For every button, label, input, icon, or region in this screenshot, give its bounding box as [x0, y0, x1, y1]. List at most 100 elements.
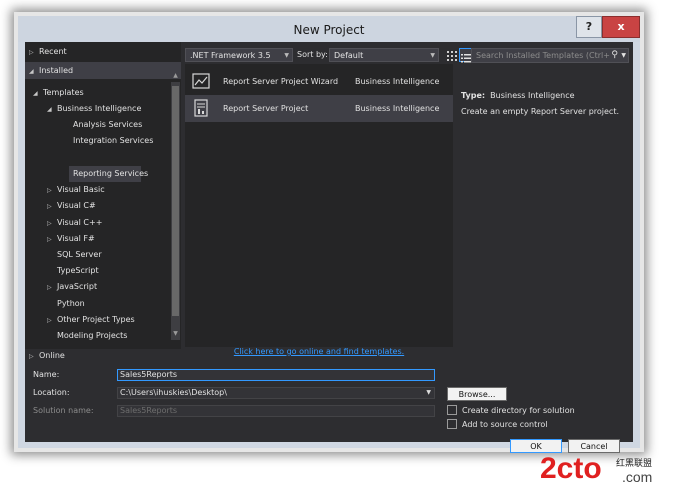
location-label: Location:	[33, 388, 70, 397]
watermark-cn-text: 红黑联盟	[616, 457, 652, 469]
tree-item-label: Python	[57, 299, 85, 308]
tree-item-analysis-services[interactable]: Analysis Services	[73, 117, 142, 133]
help-button[interactable]: ?	[576, 16, 602, 38]
list-item[interactable]: Report Server Project Business Intellige…	[185, 95, 453, 122]
checkbox-label: Create directory for solution	[462, 406, 575, 415]
watermark-brand-text: 2cto	[540, 452, 602, 485]
tree-item-visual-cpp[interactable]: ▷ Visual C++	[47, 215, 102, 231]
template-tree: ▷ Recent ◢ Installed ◢ Templates ◢ Business …	[25, 42, 181, 349]
tree-item-sql-server[interactable]: SQL Server	[57, 247, 102, 263]
solution-name-label: Solution name:	[33, 406, 94, 415]
tree-item-label: SQL Server	[57, 250, 102, 259]
sort-by-dropdown[interactable]: Default ▼	[329, 48, 439, 62]
scroll-down-icon[interactable]: ▼	[171, 330, 180, 337]
tree-item-recent[interactable]: ▷ Recent	[29, 44, 67, 60]
tree-item-label: Visual F#	[57, 234, 95, 243]
watermark-logo: 2cto 红黑联盟 .com	[540, 448, 670, 486]
tree-item-label: Online	[39, 351, 65, 360]
framework-dropdown[interactable]: .NET Framework 3.5 ▼	[185, 48, 293, 62]
framework-value: .NET Framework 3.5	[190, 51, 271, 60]
template-list: Report Server Project Wizard Business In…	[185, 64, 453, 347]
chevron-down-icon[interactable]: ▼	[426, 388, 431, 398]
tree-item-label: Integration Services	[73, 136, 154, 145]
template-category: Business Intelligence	[355, 104, 440, 113]
scroll-up-icon[interactable]: ▲	[171, 72, 180, 79]
solution-name-field[interactable]: Sales5Reports	[117, 405, 435, 417]
online-templates-link[interactable]: Click here to go online and find templat…	[185, 347, 453, 356]
tree-item-label: Analysis Services	[73, 120, 143, 129]
tree-item-visual-csharp[interactable]: ▷ Visual C#	[47, 198, 96, 214]
add-source-control-checkbox[interactable]: Add to source control	[447, 418, 548, 431]
tree-scrollbar-thumb[interactable]	[172, 86, 179, 316]
title-bar: New Project	[18, 16, 640, 42]
expand-arrow-icon: ▷	[47, 284, 52, 291]
list-item[interactable]: Report Server Project Wizard Business In…	[185, 68, 453, 95]
report-wizard-icon	[191, 71, 211, 91]
expand-arrow-icon: ▷	[29, 353, 34, 360]
tree-item-visual-basic[interactable]: ▷ Visual Basic	[47, 182, 105, 198]
name-field[interactable]: Sales5Reports	[117, 369, 435, 381]
small-icons-view-icon[interactable]	[445, 48, 459, 62]
tree-item-visual-fsharp[interactable]: ▷ Visual F#	[47, 231, 95, 247]
chevron-down-icon: ▼	[430, 52, 435, 59]
create-directory-checkbox[interactable]: Create directory for solution	[447, 404, 575, 417]
tree-item-label: Reporting Services	[73, 169, 149, 178]
checkbox-box[interactable]	[447, 404, 457, 415]
checkbox-box[interactable]	[447, 418, 457, 429]
template-name: Report Server Project	[223, 104, 309, 113]
tree-item-label: Visual C#	[57, 201, 96, 210]
tree-item-other-project-types[interactable]: ▷ Other Project Types	[47, 312, 135, 328]
new-project-dialog: New Project ? x ▷ Recent ◢ Installed ◢ Temp…	[18, 16, 640, 453]
checkbox-label: Add to source control	[462, 420, 548, 429]
tree-item-business-intelligence[interactable]: ◢ Business Intelligence	[47, 101, 141, 117]
description-text: Create an empty Report Server project.	[461, 107, 619, 116]
tree-item-integration-services[interactable]: Integration Services	[73, 133, 153, 149]
chevron-down-icon: ▼	[284, 52, 289, 59]
location-value: C:\Users\ihuskies\Desktop\	[120, 388, 227, 397]
tree-item-label: Recent	[39, 47, 67, 56]
expand-arrow-icon: ▷	[47, 203, 52, 210]
search-icon[interactable]: ⚲	[611, 49, 618, 62]
template-description: Type: Business Intelligence Create an em…	[461, 88, 631, 120]
tree-item-label: TypeScript	[57, 266, 99, 275]
dialog-body: ▷ Recent ◢ Installed ◢ Templates ◢ Business …	[25, 42, 633, 453]
template-category: Business Intelligence	[355, 77, 440, 86]
type-label: Type:	[461, 91, 486, 100]
tree-item-installed[interactable]: ◢ Installed	[29, 63, 73, 79]
expand-arrow-icon: ▷	[47, 220, 52, 227]
collapse-arrow-icon: ◢	[47, 106, 52, 113]
tree-item-label: Installed	[39, 66, 74, 75]
collapse-arrow-icon: ◢	[29, 68, 34, 75]
chevron-down-icon[interactable]: ▼	[621, 49, 626, 62]
type-value: Business Intelligence	[490, 91, 575, 100]
tree-item-javascript[interactable]: ▷ JavaScript	[47, 279, 97, 295]
search-placeholder: Search Installed Templates (Ctrl+	[476, 51, 610, 60]
tree-item-label: Other Project Types	[57, 315, 135, 324]
tree-item-label: Templates	[43, 88, 84, 97]
template-name: Report Server Project Wizard	[223, 77, 339, 86]
sort-by-value: Default	[334, 51, 364, 60]
tree-scrollbar[interactable]: ▲ ▼	[171, 72, 180, 340]
expand-arrow-icon: ▷	[47, 317, 52, 324]
close-button[interactable]: x	[602, 16, 640, 38]
tree-item-reporting-services[interactable]: Reporting Services	[73, 166, 148, 182]
tree-item-label: Modeling Projects	[57, 331, 128, 340]
location-field[interactable]: C:\Users\ihuskies\Desktop\ ▼	[117, 387, 435, 399]
tree-item-label: Visual C++	[57, 218, 103, 227]
expand-arrow-icon: ▷	[47, 236, 52, 243]
expand-arrow-icon: ▷	[29, 49, 34, 56]
tree-item-typescript[interactable]: TypeScript	[57, 263, 99, 279]
search-input[interactable]: Search Installed Templates (Ctrl+ ⚲ ▼	[471, 48, 629, 63]
expand-arrow-icon: ▷	[47, 187, 52, 194]
template-toolbar: .NET Framework 3.5 ▼ Sort by: Default ▼	[183, 46, 629, 66]
browse-button[interactable]: Browse...	[447, 387, 507, 401]
tree-item-online[interactable]: ▷ Online	[29, 348, 185, 364]
tree-item-modeling-projects[interactable]: Modeling Projects	[57, 328, 127, 344]
report-project-icon	[191, 98, 211, 118]
window-title: New Project	[293, 23, 365, 37]
tree-item-templates[interactable]: ◢ Templates	[33, 85, 84, 101]
watermark-suffix-text: .com	[622, 469, 652, 485]
collapse-arrow-icon: ◢	[33, 90, 38, 97]
tree-item-label: JavaScript	[57, 282, 98, 291]
tree-item-python[interactable]: Python	[57, 296, 85, 312]
